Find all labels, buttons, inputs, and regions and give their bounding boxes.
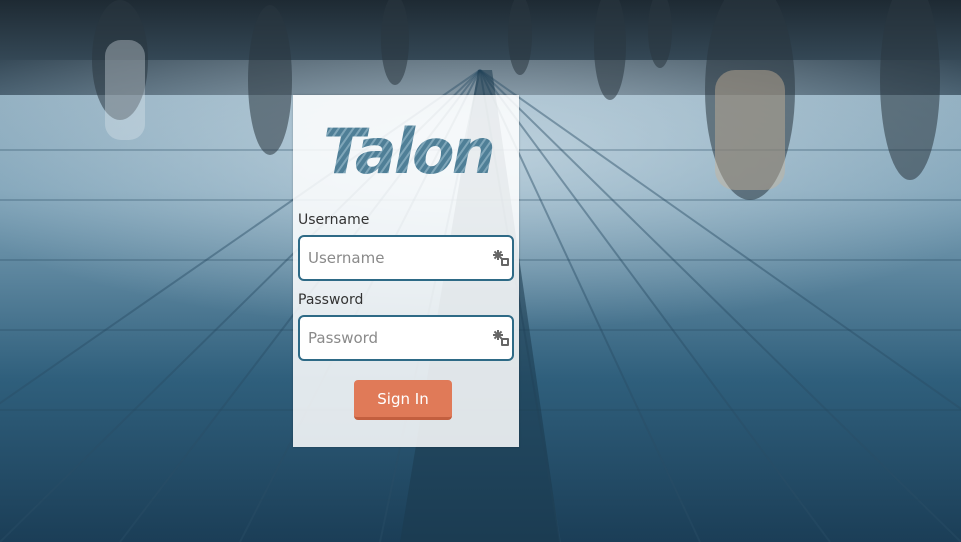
keychain-autofill-icon[interactable] xyxy=(492,249,510,267)
keychain-autofill-icon[interactable] xyxy=(492,329,510,347)
password-field-wrapper[interactable] xyxy=(298,315,514,361)
login-card: Talon Username Password xyxy=(293,95,519,447)
username-label: Username xyxy=(298,212,370,228)
password-input[interactable] xyxy=(308,325,488,351)
username-field-wrapper[interactable] xyxy=(298,235,514,281)
logo-wordmark: Talon xyxy=(323,115,493,185)
login-screen: Talon Username Password xyxy=(0,0,961,542)
sign-in-button[interactable]: Sign In xyxy=(354,380,452,420)
username-input[interactable] xyxy=(308,245,488,271)
talon-logo: Talon xyxy=(319,113,496,188)
password-label: Password xyxy=(298,292,364,308)
